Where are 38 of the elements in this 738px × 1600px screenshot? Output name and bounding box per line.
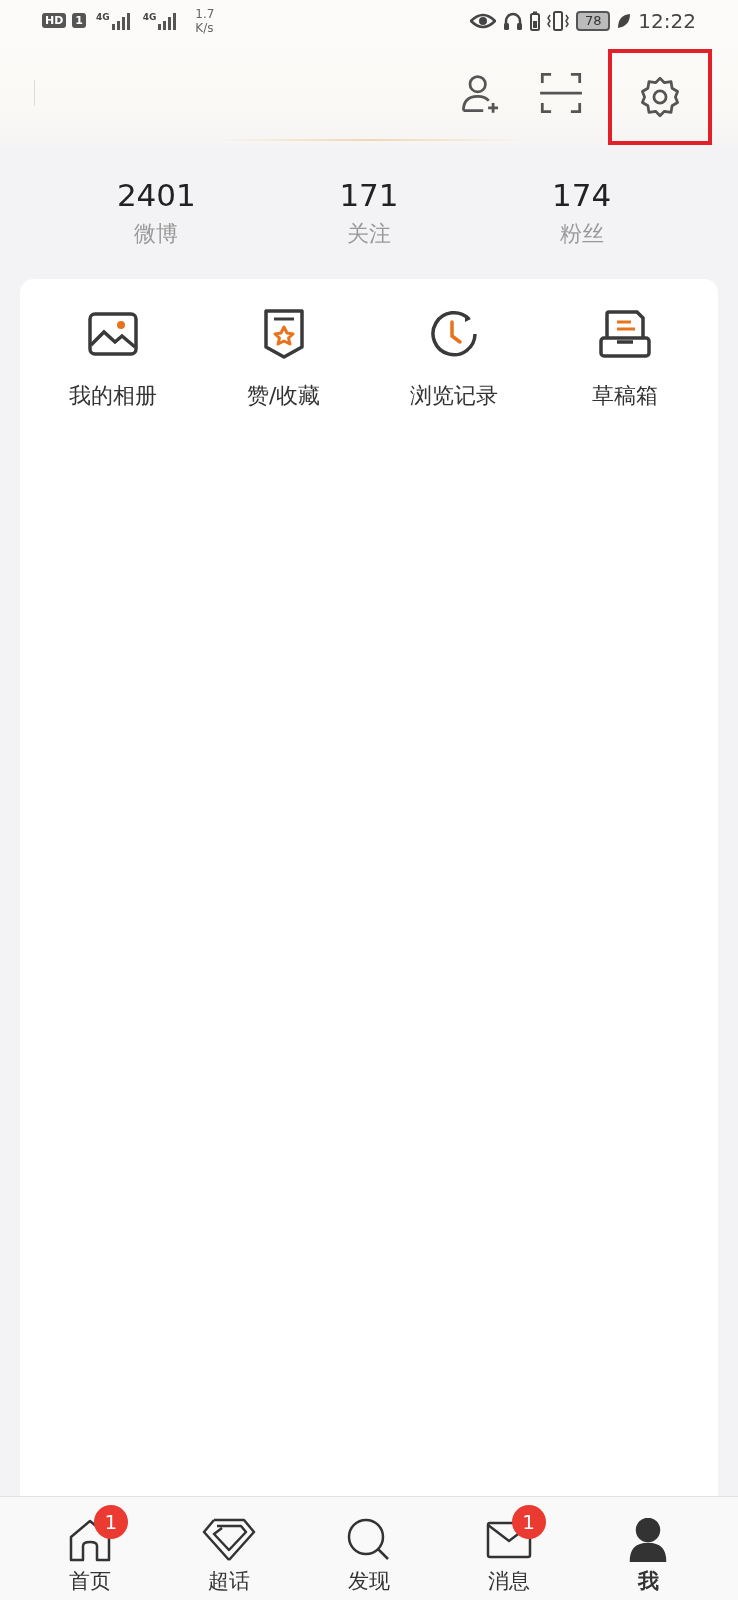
stat-count[interactable]: 171 bbox=[339, 177, 399, 213]
signal-icon bbox=[110, 11, 133, 30]
leaf-icon bbox=[617, 12, 632, 29]
battery-icon: 78 bbox=[576, 10, 611, 31]
nav-tab[interactable]: 发现 bbox=[304, 1502, 434, 1595]
shortcut-label[interactable]: 草稿箱 bbox=[591, 381, 658, 411]
vibrate-icon bbox=[547, 10, 570, 31]
hd-indicator: HD bbox=[42, 13, 67, 28]
person-icon bbox=[628, 1517, 669, 1562]
headphones-icon bbox=[503, 10, 524, 31]
search-icon bbox=[347, 1517, 391, 1562]
battery-small-icon bbox=[530, 10, 541, 31]
nav-tab[interactable]: 超话 bbox=[164, 1502, 295, 1595]
network-speed: 1.7 bbox=[195, 6, 215, 21]
inbox-tray-icon[interactable] bbox=[598, 309, 651, 359]
diamond-icon bbox=[202, 1517, 257, 1562]
notification-badge: 1 bbox=[93, 1504, 128, 1539]
stat-count[interactable]: 174 bbox=[552, 177, 612, 213]
shortcut-label[interactable]: 我的相册 bbox=[69, 381, 158, 411]
stat-count[interactable]: 2401 bbox=[116, 177, 196, 213]
notification-badge: 1 bbox=[511, 1504, 546, 1539]
nav-tab[interactable]: 1 消息 bbox=[443, 1502, 574, 1595]
shortcut-label[interactable]: 赞/收藏 bbox=[247, 381, 321, 411]
shortcut-label[interactable]: 浏览记录 bbox=[410, 381, 499, 411]
network-speed: K/s bbox=[195, 20, 215, 35]
picture-frame-icon[interactable] bbox=[88, 309, 139, 359]
nav-tab[interactable]: 1 首页 bbox=[24, 1502, 155, 1595]
settings-icon bbox=[638, 75, 682, 119]
star-badge-icon[interactable] bbox=[261, 309, 306, 359]
clock-icon[interactable] bbox=[429, 309, 480, 359]
eye-icon bbox=[470, 12, 497, 29]
nav-tab[interactable]: 我 bbox=[583, 1502, 714, 1595]
settings-button[interactable] bbox=[608, 49, 712, 145]
scan-icon bbox=[539, 71, 583, 115]
clock-time: 12:22 bbox=[638, 8, 696, 33]
sim-indicator: 1 bbox=[72, 13, 86, 28]
network-type: 4G bbox=[142, 11, 157, 22]
network-type: 4G bbox=[96, 11, 110, 22]
